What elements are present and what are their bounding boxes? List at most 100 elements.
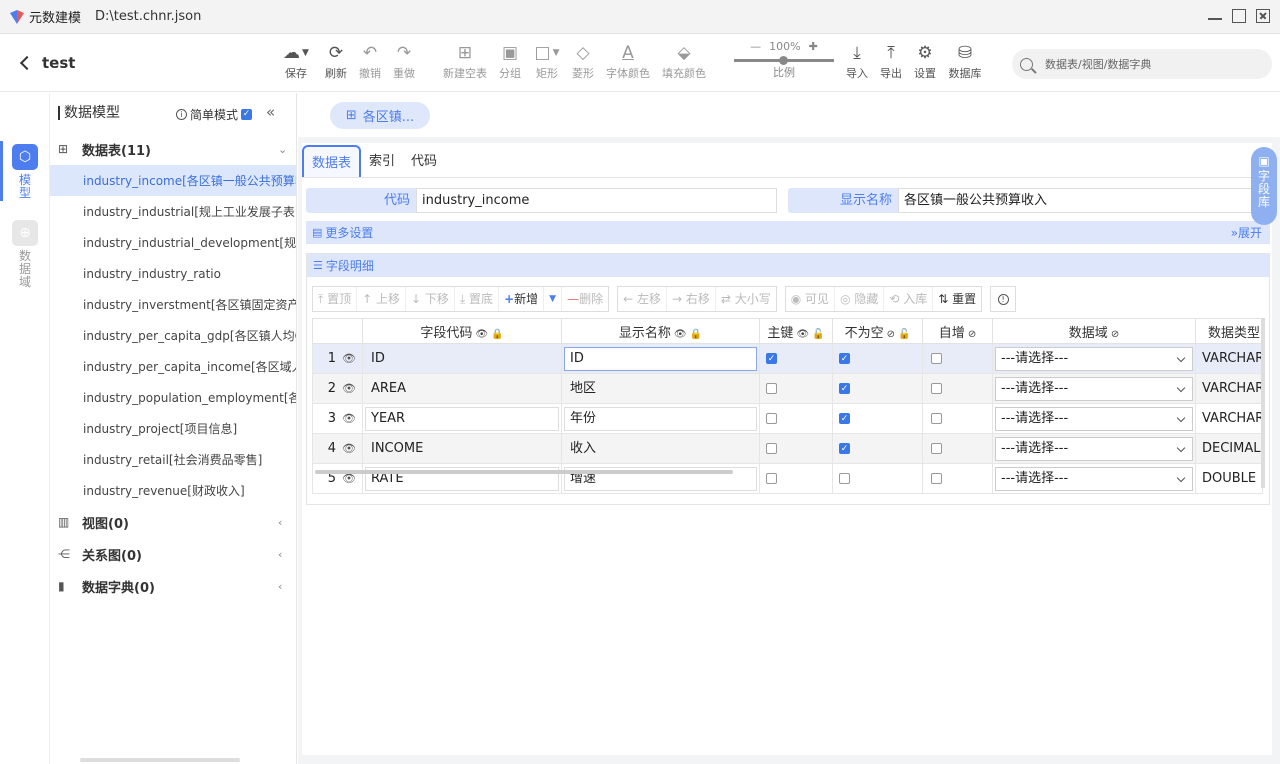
open-table-tab[interactable]: ⊞ 各区镇... xyxy=(330,102,430,129)
field-library-button[interactable]: ▣ 字段库 xyxy=(1251,147,1277,225)
reset-button[interactable]: ⇅ 重置 xyxy=(933,287,981,311)
expand-button[interactable]: »展开 xyxy=(1231,224,1262,241)
tab-index[interactable]: 索引 xyxy=(361,145,403,178)
field-name-cell[interactable]: 地区 xyxy=(564,377,757,401)
table-item[interactable]: industry_revenue[财政收入] xyxy=(50,475,296,506)
rail-item-domain[interactable]: ⊕ 数据域 xyxy=(0,220,50,289)
col-header-type[interactable]: 数据类型 xyxy=(1195,318,1263,344)
maximize-button[interactable] xyxy=(1232,9,1246,23)
zoom-slider[interactable] xyxy=(734,56,834,65)
field-code-cell[interactable]: YEAR xyxy=(365,406,559,431)
minimize-button[interactable] xyxy=(1208,9,1222,20)
move-up-button[interactable]: ↑ 上移 xyxy=(357,287,407,311)
pk-checkbox[interactable] xyxy=(766,383,777,394)
auto-inc-checkbox[interactable] xyxy=(931,443,942,454)
field-code-cell[interactable]: AREA xyxy=(365,377,559,401)
section-dicts[interactable]: ▮ 数据字典(0) ‹ xyxy=(50,570,296,602)
auto-inc-checkbox[interactable] xyxy=(931,473,942,484)
auto-inc-checkbox[interactable] xyxy=(931,353,942,364)
redo-button[interactable]: ↷ 重做 xyxy=(390,42,418,81)
table-item[interactable]: industry_inverstment[各区镇固定资产投资] xyxy=(50,289,296,320)
back-button[interactable]: test xyxy=(19,54,75,72)
collapse-sidebar-icon[interactable]: « xyxy=(266,103,275,121)
close-button[interactable] xyxy=(1256,9,1270,23)
zoom-slider-handle[interactable] xyxy=(779,56,788,65)
auto-inc-checkbox[interactable] xyxy=(931,383,942,394)
display-name-input[interactable]: 各区镇一般公共预算收入 xyxy=(898,188,1270,213)
simple-mode-toggle[interactable]: i 简单模式 ✓ xyxy=(176,106,253,123)
database-button[interactable]: ⛁ 数据库 xyxy=(945,42,985,81)
field-name-cell[interactable]: 年份 xyxy=(564,406,757,431)
pk-checkbox[interactable]: ✓ xyxy=(766,353,777,364)
pk-checkbox[interactable] xyxy=(766,473,777,484)
code-input[interactable]: industry_income xyxy=(416,188,777,213)
table-row[interactable]: 1 👁 ID ID ✓ ✓ ---请选择--- VARCHAR xyxy=(312,343,1263,374)
not-null-checkbox[interactable]: ✓ xyxy=(839,443,850,454)
col-header-name[interactable]: 显示名称 👁 🔒 xyxy=(561,318,760,344)
data-type-cell[interactable]: VARCHAR xyxy=(1195,343,1263,374)
table-item[interactable]: industry_industrial[规上工业发展子表] xyxy=(50,196,296,227)
field-code-cell[interactable]: ID xyxy=(365,347,559,371)
move-top-button[interactable]: ⤒ 置顶 xyxy=(313,287,358,311)
visible-button[interactable]: ◉ 可见 xyxy=(786,287,836,311)
table-row[interactable]: 2 👁 AREA 地区 ✓ ---请选择--- VARCHAR xyxy=(312,373,1263,404)
table-item[interactable]: industry_project[项目信息] xyxy=(50,413,296,444)
font-color-button[interactable]: A 字体颜色 xyxy=(604,42,652,81)
tab-table[interactable]: 数据表 xyxy=(302,145,362,178)
simple-mode-checkbox[interactable]: ✓ xyxy=(241,109,253,120)
undo-button[interactable]: ↶ 撤销 xyxy=(356,42,384,81)
settings-button[interactable]: ⚙ 设置 xyxy=(911,42,939,81)
table-horizontal-scrollbar[interactable] xyxy=(315,470,733,474)
domain-select[interactable]: ---请选择--- xyxy=(995,376,1193,401)
table-item[interactable]: industry_industrial_development[规上工业发展] xyxy=(50,227,296,258)
fill-color-button[interactable]: ⬙ 填充颜色 xyxy=(660,42,708,81)
table-row[interactable]: 4 👁 INCOME 收入 ✓ ---请选择--- DECIMAL xyxy=(312,433,1263,464)
rail-item-model[interactable]: ⬡ 模型 xyxy=(0,144,50,200)
help-button[interactable]: ! xyxy=(990,286,1017,312)
data-type-cell[interactable]: DOUBLE xyxy=(1195,463,1263,494)
not-null-checkbox[interactable]: ✓ xyxy=(839,353,850,364)
data-type-cell[interactable]: DECIMAL xyxy=(1195,433,1263,464)
table-item[interactable]: industry_per_capita_income[各区域人均可支配收入] xyxy=(50,351,296,382)
to-library-button[interactable]: ⟲ 入库 xyxy=(884,287,934,311)
not-null-checkbox[interactable]: ✓ xyxy=(839,383,850,394)
field-code-cell[interactable]: INCOME xyxy=(365,437,559,461)
pk-checkbox[interactable] xyxy=(766,443,777,454)
case-button[interactable]: ⇄ 大小写 xyxy=(716,287,776,311)
pk-checkbox[interactable] xyxy=(766,413,777,424)
refresh-button[interactable]: ⟳ 刷新 xyxy=(322,42,350,81)
table-item[interactable]: industry_industry_ratio xyxy=(50,258,296,289)
delete-field-button[interactable]: —删除 xyxy=(562,287,608,311)
col-header-code[interactable]: 字段代码 👁 🔒 xyxy=(362,318,562,344)
import-button[interactable]: ⤓ 导入 xyxy=(843,42,871,81)
tab-code[interactable]: 代码 xyxy=(403,145,445,178)
table-item[interactable]: industry_population_employment[各区镇人口就业] xyxy=(50,382,296,413)
rectangle-button[interactable]: □ ▼ 矩形 xyxy=(530,42,564,81)
export-button[interactable]: ⤒ 导出 xyxy=(877,42,905,81)
data-type-cell[interactable]: VARCHAR xyxy=(1195,373,1263,404)
more-settings-bar[interactable]: ▤ 更多设置 »展开 xyxy=(306,221,1270,244)
move-right-button[interactable]: → 右移 xyxy=(667,287,716,311)
new-table-button[interactable]: ⊞ 新建空表 xyxy=(440,42,490,81)
move-left-button[interactable]: ← 左移 xyxy=(618,287,667,311)
search-input[interactable] xyxy=(1045,57,1255,71)
add-field-button[interactable]: +新增 xyxy=(499,287,545,311)
table-item[interactable]: industry_retail[社会消费品零售] xyxy=(50,444,296,475)
section-relations[interactable]: ⋲ 关系图(0) ‹ xyxy=(50,538,296,570)
auto-inc-checkbox[interactable] xyxy=(931,413,942,424)
col-header-not-null[interactable]: 不为空 ⊘ 🔓 xyxy=(832,318,923,344)
table-vertical-scrollbar[interactable] xyxy=(1261,318,1265,488)
col-header-pk[interactable]: 主键 👁 🔓 xyxy=(759,318,833,344)
zoom-out-button[interactable]: — xyxy=(750,40,761,53)
zoom-in-button[interactable]: ✚ xyxy=(809,40,818,53)
col-header-auto-inc[interactable]: 自增 ⊘ xyxy=(922,318,993,344)
table-row[interactable]: 3 👁 YEAR 年份 ✓ ---请选择--- VARCHAR xyxy=(312,403,1263,434)
add-dropdown-button[interactable]: ▼ xyxy=(544,287,563,311)
diamond-button[interactable]: ◇ 菱形 xyxy=(569,42,597,81)
not-null-checkbox[interactable]: ✓ xyxy=(839,413,850,424)
not-null-checkbox[interactable] xyxy=(839,473,850,484)
group-button[interactable]: ▣ 分组 xyxy=(496,42,524,81)
field-name-cell[interactable]: ID xyxy=(564,346,757,371)
section-views[interactable]: ▥ 视图(0) ‹ xyxy=(50,506,296,538)
table-row[interactable]: 5 👁 RATE 增速 ---请选择--- DOUBLE xyxy=(312,463,1263,494)
